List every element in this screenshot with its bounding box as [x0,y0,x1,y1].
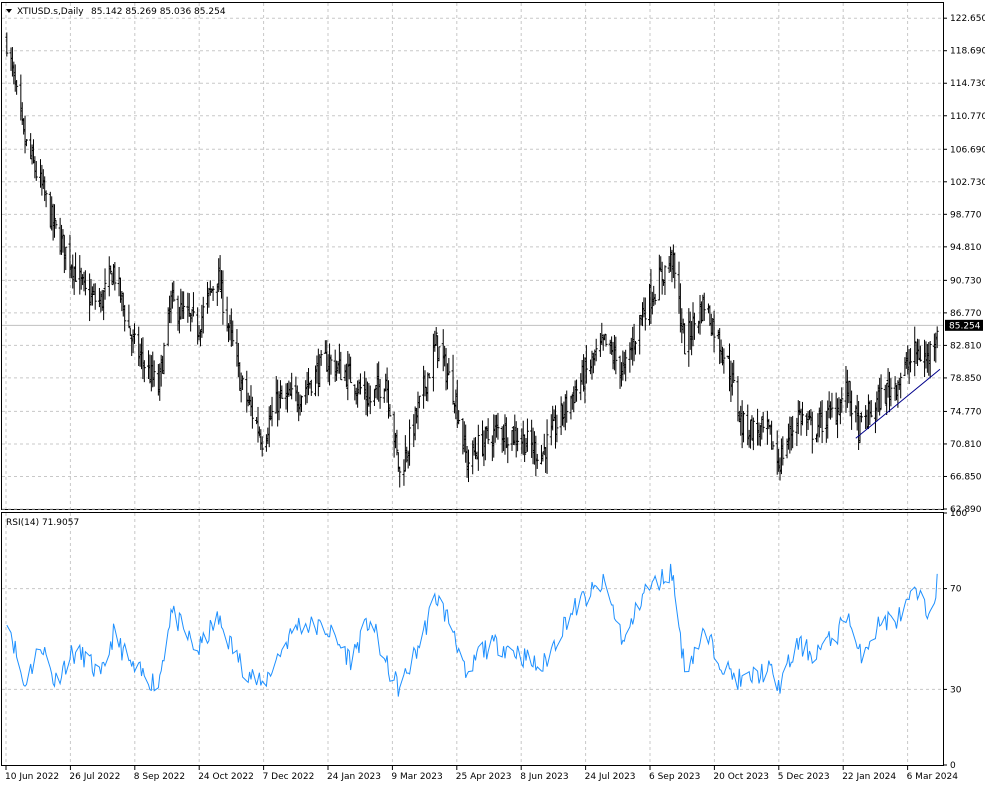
time-tick-label: 6 Mar 2024 [907,772,959,782]
price-tick-label: 66.850 [950,472,982,482]
time-tick-label: 20 Oct 2023 [713,772,769,782]
time-tick-label: 24 Jan 2023 [327,772,381,782]
symbol-label: XTIUSD.s,Daily [17,7,84,17]
time-tick-label: 22 Jan 2024 [842,772,896,782]
price-tick-label: 106.690 [950,145,985,155]
price-tick-label: 102.730 [950,178,985,188]
price-tick-label: 78.850 [950,374,982,384]
price-tick-label: 86.770 [950,309,982,319]
price-tick-label: 118.690 [950,47,985,57]
ohlc-values: 85.142 85.269 85.036 85.254 [91,7,226,17]
price-tick-label: 82.810 [950,341,982,351]
chart-canvas[interactable]: 122.650 118.690 114.730 110.770 106.690 102.7… [0,0,985,787]
time-tick-label: 8 Jun 2023 [520,772,568,782]
time-tick-label: 25 Apr 2023 [456,772,512,782]
price-tick-label: 98.770 [950,210,982,220]
time-tick-label: 24 Oct 2022 [198,772,254,782]
price-tick-label: 122.650 [950,14,985,24]
time-tick-label: 9 Mar 2023 [391,772,442,782]
trading-chart[interactable]: 122.650 118.690 114.730 110.770 106.690 102.7… [0,0,985,787]
time-tick-label: 10 Jun 2022 [5,772,59,782]
rsi-tick-label: 100 [950,509,967,519]
price-tick-label: 74.770 [950,407,982,417]
time-tick-label: 5 Dec 2023 [778,772,830,782]
price-tick-label: 114.730 [950,79,985,89]
rsi-tick-label: 70 [950,585,962,595]
current-price-label: 85.254 [949,321,981,331]
rsi-label: RSI(14) 71.9057 [6,518,79,528]
price-tick-label: 70.810 [950,440,982,450]
time-tick-label: 24 Jul 2023 [585,772,636,782]
current-price-marker: 85.254 [945,319,983,331]
time-tick-label: 6 Sep 2023 [649,772,700,782]
rsi-tick-label: 0 [950,761,956,771]
time-tick-label: 7 Dec 2022 [263,772,315,782]
time-tick-label: 26 Jul 2022 [69,772,120,782]
price-tick-label: 90.730 [950,276,982,286]
rsi-tick-label: 30 [950,685,962,695]
price-tick-label: 110.770 [950,112,985,122]
time-tick-label: 8 Sep 2022 [134,772,185,782]
price-tick-label: 94.810 [950,243,982,253]
